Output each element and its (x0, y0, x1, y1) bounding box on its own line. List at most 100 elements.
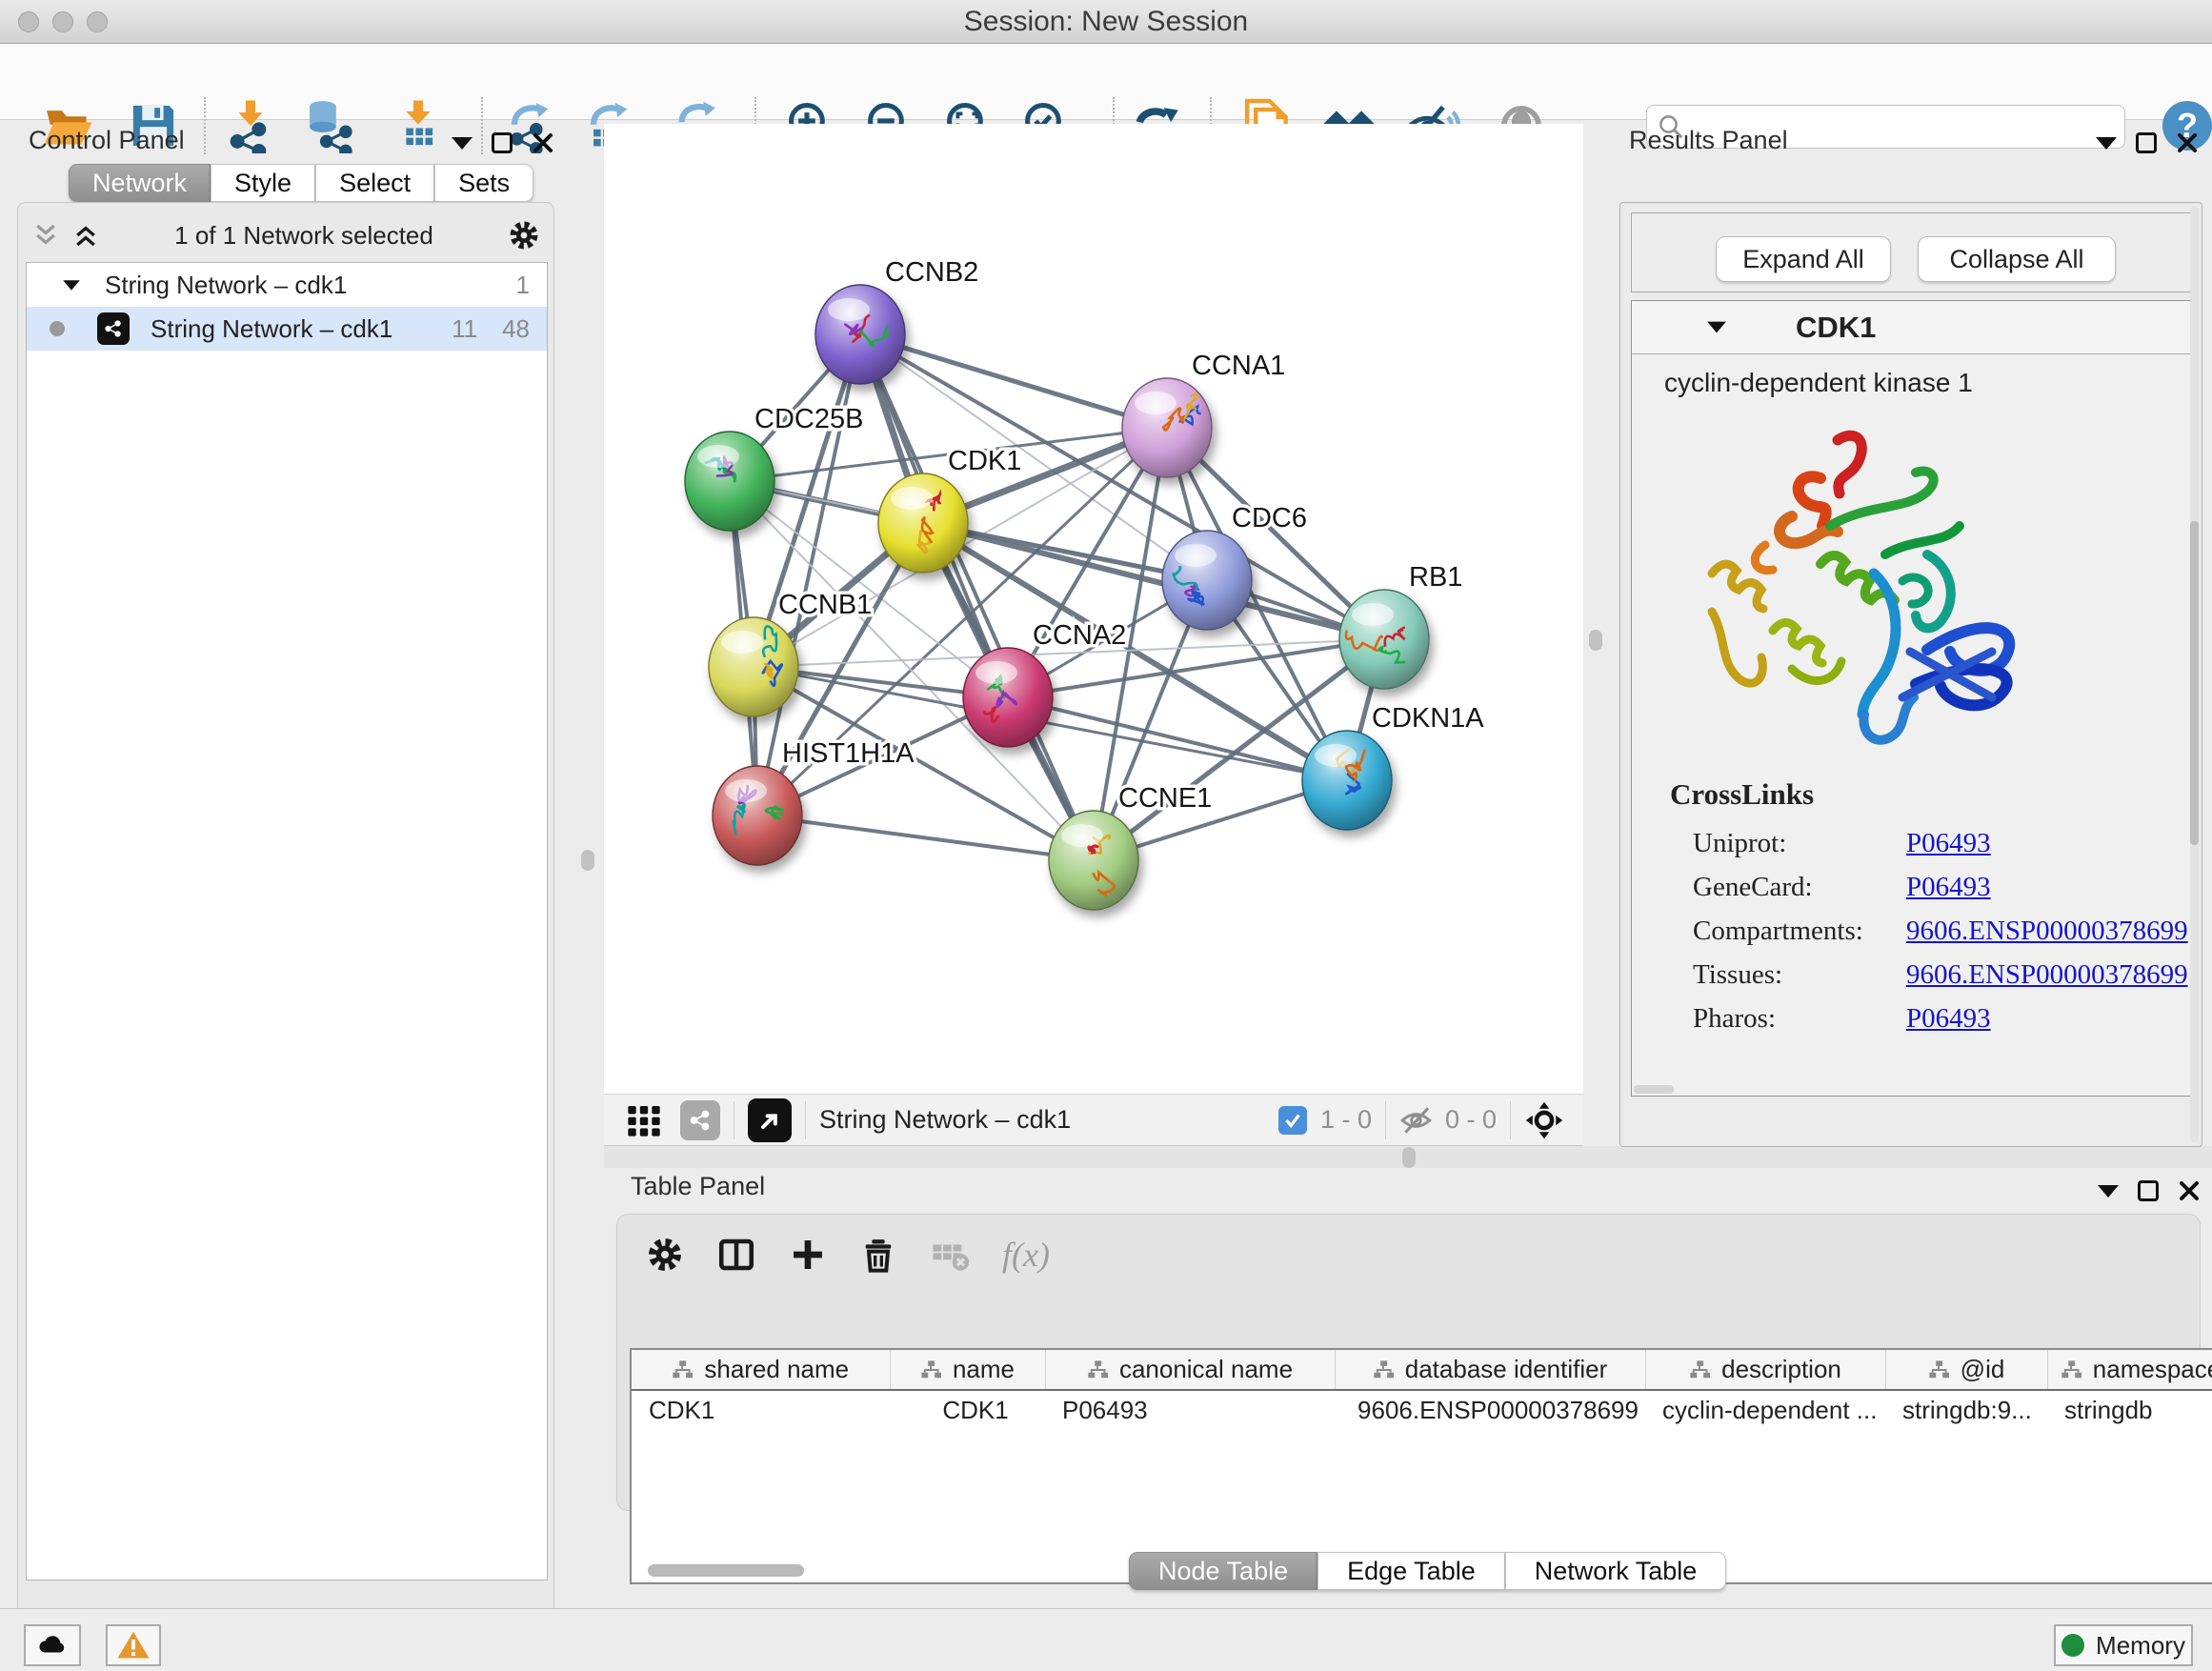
column-header[interactable]: @id (1885, 1350, 2047, 1390)
crosshair-move-icon[interactable] (1524, 1100, 1564, 1140)
node-CCNE1[interactable]: CCNE1 (1049, 783, 1212, 910)
node-count: 11 (452, 314, 477, 344)
gene-entry-card: CDK1 cyclin-dependent kinase 1 (1631, 300, 2191, 1097)
crosslink-row: Pharos: P06493 (1632, 997, 2190, 1040)
column-header[interactable]: shared name (632, 1350, 890, 1390)
external-arrow-icon (756, 1107, 783, 1134)
cloud-button[interactable] (24, 1624, 81, 1666)
tab-sets[interactable]: Sets (434, 164, 533, 202)
column-header[interactable]: namespace (2047, 1350, 2212, 1390)
float-panel-icon[interactable] (2138, 1180, 2159, 1201)
node-HIST1H1A[interactable]: HIST1H1A (713, 738, 915, 865)
node-label: CCNB1 (778, 590, 872, 620)
node-CDKN1A[interactable]: CDKN1A (1302, 703, 1484, 830)
cell-database-identifier[interactable]: 9606.ENSP00000378699 (1335, 1390, 1645, 1430)
node-CDK1[interactable]: CDK1 (878, 446, 1021, 573)
network-collection-row[interactable]: String Network – cdk1 1 (27, 263, 547, 307)
table-row[interactable]: CDK1 CDK1 P06493 9606.ENSP00000378699 cy… (632, 1390, 2212, 1430)
cell-canonical-name[interactable]: P06493 (1045, 1390, 1335, 1430)
expand-collapse-box: Expand All Collapse All (1631, 212, 2191, 292)
detach-view-button[interactable] (748, 1098, 792, 1142)
control-panel: Control Panel Network Style Select Sets … (8, 124, 564, 1591)
birdseye-grid-icon[interactable] (625, 1101, 663, 1139)
delete-column-icon[interactable] (859, 1236, 897, 1274)
crosslink-label: Uniprot: (1693, 828, 1906, 859)
network-overview-button[interactable] (680, 1100, 720, 1140)
cell-id[interactable]: stringdb:9... (1885, 1390, 2047, 1430)
expand-all-button[interactable]: Expand All (1716, 236, 1891, 282)
network-type-icon (97, 312, 130, 345)
network-graph[interactable]: CCNB2CCNA1CDC25BCDK1CDC6RB1CCNB1CCNA2CDK… (604, 124, 1583, 1094)
crosslink-row: Uniprot: P06493 (1632, 821, 2190, 865)
crosslink-link[interactable]: 9606.ENSP00000378699 (1906, 916, 2188, 947)
node-label: CCNE1 (1118, 783, 1212, 814)
column-header[interactable]: name (890, 1350, 1045, 1390)
tab-node-table[interactable]: Node Table (1129, 1552, 1317, 1590)
gear-icon[interactable] (508, 219, 540, 252)
cloud-icon (35, 1628, 70, 1662)
close-panel-icon[interactable] (532, 131, 554, 154)
left-splitter-handle[interactable] (581, 850, 594, 871)
cell-shared-name[interactable]: CDK1 (632, 1390, 890, 1430)
edge[interactable] (860, 334, 1094, 860)
selected-checkbox-icon[interactable] (1278, 1106, 1307, 1135)
warnings-button[interactable] (106, 1624, 161, 1666)
results-scrollbar[interactable] (2190, 207, 2199, 1142)
tab-style[interactable]: Style (211, 164, 315, 202)
tab-select[interactable]: Select (315, 164, 434, 202)
collapse-panel-icon[interactable] (2098, 1185, 2119, 1198)
node-label: RB1 (1409, 562, 1462, 593)
cell-namespace[interactable]: stringdb (2047, 1390, 2212, 1430)
tree-expand-icon[interactable] (63, 280, 80, 290)
cell-description[interactable]: cyclin-dependent ... (1645, 1390, 1885, 1430)
tree-column-icon (1373, 1359, 1394, 1380)
column-header[interactable]: database identifier (1335, 1350, 1645, 1390)
crosslink-link[interactable]: P06493 (1906, 828, 1991, 859)
crosslink-row: Compartments: 9606.ENSP00000378699 (1632, 909, 2190, 953)
tab-edge-table[interactable]: Edge Table (1317, 1552, 1505, 1590)
table-settings-gear-icon[interactable] (646, 1236, 684, 1274)
cell-name[interactable]: CDK1 (890, 1390, 1045, 1430)
edge[interactable] (923, 523, 1384, 639)
collapse-panel-icon[interactable] (2096, 137, 2117, 150)
right-splitter-handle[interactable] (1589, 630, 1602, 651)
edge[interactable] (757, 815, 1094, 860)
crosslink-label: Pharos: (1693, 1003, 1906, 1035)
tab-network-table[interactable]: Network Table (1505, 1552, 1727, 1590)
float-panel-icon[interactable] (492, 132, 513, 153)
collapse-all-icon[interactable] (31, 221, 60, 250)
gene-entry-header[interactable]: CDK1 (1632, 301, 2190, 354)
edge[interactable] (860, 334, 1167, 428)
horizontal-scrollbar-thumb[interactable] (1634, 1085, 1674, 1094)
memory-label: Memory (2096, 1631, 2185, 1661)
crosslink-row: GeneCard: P06493 (1632, 865, 2190, 909)
node-RB1[interactable]: RB1 (1339, 562, 1462, 689)
collapse-panel-icon[interactable] (452, 137, 473, 150)
collapse-all-button[interactable]: Collapse All (1918, 236, 2116, 282)
crosslink-link[interactable]: P06493 (1906, 1003, 1991, 1035)
crosslink-link[interactable]: P06493 (1906, 872, 1991, 903)
network-view-canvas[interactable]: CCNB2CCNA1CDC25BCDK1CDC6RB1CCNB1CCNA2CDK… (604, 124, 1583, 1094)
expand-all-icon[interactable] (71, 221, 100, 250)
protein-structure-image (1678, 412, 2059, 774)
horizontal-splitter[interactable] (604, 1146, 2212, 1168)
splitter-handle[interactable] (1402, 1147, 1416, 1168)
close-panel-icon[interactable] (2176, 131, 2199, 154)
tree-column-icon (1087, 1359, 1108, 1380)
close-panel-icon[interactable] (2178, 1179, 2201, 1202)
gene-description: cyclin-dependent kinase 1 (1632, 354, 2190, 398)
node-CCNA1[interactable]: CCNA1 (1122, 351, 1285, 477)
add-column-icon[interactable] (789, 1236, 827, 1274)
column-header[interactable]: description (1645, 1350, 1885, 1390)
network-label: String Network – cdk1 (151, 314, 392, 344)
table-panel-title: Table Panel (631, 1172, 765, 1201)
table-hscroll-thumb[interactable] (648, 1564, 804, 1577)
network-row[interactable]: String Network – cdk1 11 48 (27, 307, 547, 351)
float-panel-icon[interactable] (2136, 132, 2157, 153)
crosslink-link[interactable]: 9606.ENSP00000378699 (1906, 959, 2188, 991)
show-columns-icon[interactable] (716, 1235, 756, 1275)
collapse-entry-icon[interactable] (1707, 322, 1726, 333)
memory-button[interactable]: Memory (2054, 1624, 2193, 1666)
column-header[interactable]: canonical name (1045, 1350, 1335, 1390)
tab-network[interactable]: Network (69, 164, 211, 202)
